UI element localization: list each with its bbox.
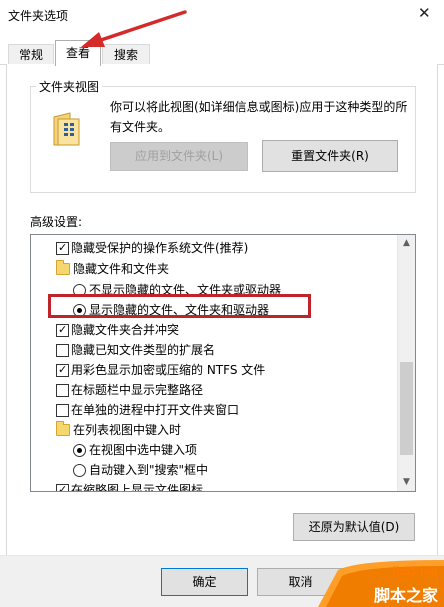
folder-icon	[56, 421, 70, 436]
ok-button[interactable]: 确定	[161, 568, 248, 596]
checkbox[interactable]	[56, 320, 69, 340]
close-icon[interactable]: ✕	[418, 6, 431, 21]
window-title: 文件夹选项	[8, 9, 69, 23]
scrollbar-thumb[interactable]	[400, 362, 413, 455]
reset-folders-button[interactable]: 重置文件夹(R)	[262, 140, 398, 172]
advanced-settings-list[interactable]: 隐藏受保护的操作系统文件(推荐) 隐藏文件和文件夹 不显示隐藏的文件、文件夹或驱…	[30, 234, 416, 492]
folder-views-description: 你可以将此视图(如详细信息或图标)应用于这种类型的所有文件夹。	[110, 100, 408, 134]
checkbox[interactable]	[56, 384, 69, 397]
watermark-brand: 脚本之家	[373, 586, 438, 605]
restore-defaults-button[interactable]: 还原为默认值(D)	[293, 513, 415, 541]
radio-button[interactable]	[73, 444, 86, 457]
apply-to-folders-button[interactable]: 应用到文件夹(L)	[110, 142, 248, 171]
watermark-domain: jb51.net	[392, 564, 438, 578]
radio-button[interactable]	[73, 464, 86, 477]
annotation-highlight-box	[48, 294, 311, 318]
folder-icon	[56, 260, 70, 275]
scroll-down-icon[interactable]: ▼	[398, 474, 415, 491]
tab-general[interactable]: 常规	[8, 44, 54, 65]
folder-view-icon	[53, 112, 80, 146]
folder-views-group-title: 文件夹视图	[36, 78, 103, 95]
checkbox[interactable]	[56, 360, 69, 380]
scroll-up-icon[interactable]: ▲	[398, 235, 415, 252]
checkbox[interactable]	[56, 480, 69, 491]
scrollbar[interactable]: ▲ ▼	[397, 235, 415, 491]
checkbox[interactable]	[56, 238, 69, 258]
advanced-settings-label: 高级设置:	[30, 215, 83, 229]
annotation-arrow-icon	[81, 10, 187, 47]
checkbox[interactable]	[56, 344, 69, 357]
checkbox[interactable]	[56, 404, 69, 417]
